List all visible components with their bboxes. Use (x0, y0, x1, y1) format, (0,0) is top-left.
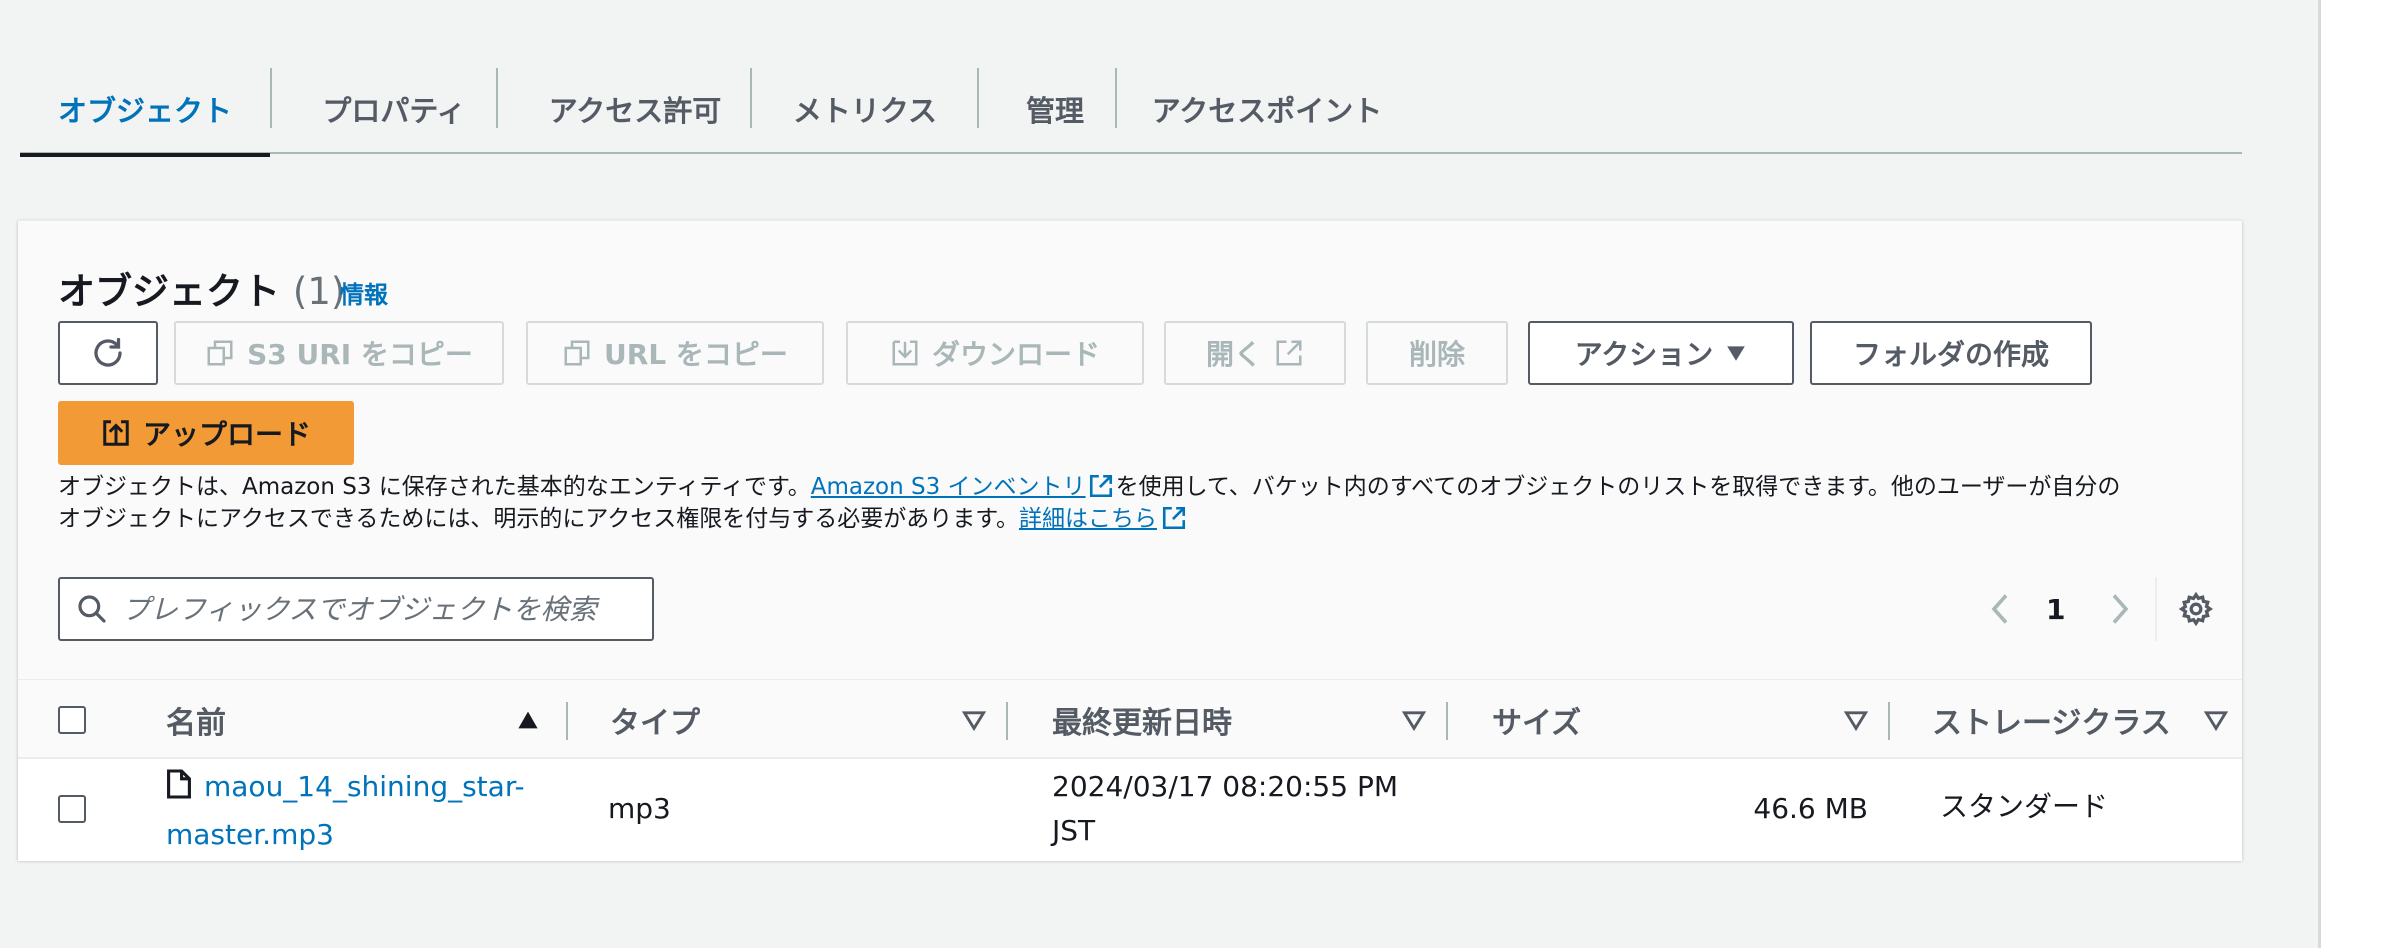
previous-page-button[interactable] (1986, 577, 2014, 641)
last-modified-cell: 2024/03/17 08:20:55 PM JST (1052, 765, 1398, 853)
tab-properties[interactable]: プロパティ (272, 64, 516, 154)
object-name-cell: maou_14_shining_star- master.mp3 (166, 765, 586, 857)
copy-url-button[interactable]: URL をコピー (526, 321, 824, 385)
actions-dropdown[interactable]: アクション (1528, 321, 1794, 385)
learn-more-link[interactable]: 詳細はこちら (1019, 506, 1157, 532)
page-number[interactable]: 1 (2046, 577, 2065, 641)
chevron-left-icon (1991, 594, 2008, 624)
sort-icon[interactable] (2204, 708, 2228, 732)
copy-url-label: URL をコピー (604, 338, 788, 371)
download-button[interactable]: ダウンロード (846, 321, 1144, 385)
inventory-link[interactable]: Amazon S3 インベントリ (811, 474, 1086, 500)
column-header-type[interactable]: タイプ (610, 680, 700, 760)
create-folder-button[interactable]: フォルダの作成 (1810, 321, 2092, 385)
column-divider (1888, 702, 1890, 740)
column-header-name[interactable]: 名前 (166, 680, 226, 760)
pagination-divider (2155, 577, 2157, 641)
tab-access-points[interactable]: アクセスポイント (1117, 64, 1417, 154)
copy-icon (564, 340, 590, 366)
chevron-right-icon (2112, 594, 2129, 624)
search-input[interactable] (122, 592, 642, 626)
upload-button[interactable]: アップロード (58, 401, 354, 465)
open-label: 開く (1205, 338, 1262, 371)
caret-down-icon (1727, 346, 1746, 361)
object-name-link-line1[interactable]: maou_14_shining_star- (204, 770, 525, 803)
external-link-icon (1276, 340, 1302, 366)
copy-s3-uri-label: S3 URI をコピー (247, 338, 473, 371)
size-cell: 46.6 MB (1753, 792, 1868, 825)
sort-icon[interactable] (1844, 708, 1868, 732)
description-part1: オブジェクトは、Amazon S3 に保存された基本的なエンティティです。 (58, 474, 811, 500)
select-all-checkbox[interactable] (58, 706, 86, 734)
object-count: (1) (292, 270, 346, 313)
tab-bar: オブジェクト プロパティ アクセス許可 メトリクス 管理 アクセスポイント (20, 64, 2242, 157)
delete-label: 削除 (1408, 338, 1465, 371)
column-header-storage-class[interactable]: ストレージクラス (1932, 680, 2171, 760)
search-icon (78, 595, 106, 623)
external-link-icon (1162, 506, 1186, 530)
upload-icon (103, 420, 129, 446)
copy-icon (207, 340, 233, 366)
tab-management[interactable]: 管理 (979, 64, 1131, 154)
sort-ascending-icon[interactable] (516, 708, 540, 732)
sort-icon[interactable] (1402, 708, 1426, 732)
column-header-last-modified[interactable]: 最終更新日時 (1052, 680, 1232, 760)
table-header: 名前 タイプ 最終更新日時 サイズ ストレージクラス (18, 679, 2242, 759)
sort-icon[interactable] (962, 708, 986, 732)
panel-title-text: オブジェクト (58, 270, 280, 313)
objects-panel: オブジェクト (1) 情報 S3 URI をコピー URL をコピー ダウンロー… (18, 220, 2242, 861)
table-row[interactable]: maou_14_shining_star- master.mp3 mp3 202… (18, 759, 2242, 861)
last-modified-datetime: 2024/03/17 08:20:55 PM (1052, 770, 1398, 803)
object-type-cell: mp3 (608, 792, 671, 825)
description-part2: を使用して、バケット内のすべてのオブジェクトのリストを取得できます。他のユーザー… (1115, 474, 2121, 500)
external-link-icon (1089, 474, 1112, 498)
preferences-button[interactable] (2178, 577, 2214, 641)
info-link[interactable]: 情報 (340, 275, 388, 310)
next-page-button[interactable] (2106, 577, 2134, 641)
refresh-button[interactable] (58, 321, 158, 385)
column-divider (1006, 702, 1008, 740)
page-number-label: 1 (2046, 592, 2066, 626)
tab-permissions[interactable]: アクセス許可 (498, 64, 772, 154)
actions-label: アクション (1574, 338, 1714, 371)
download-icon (892, 340, 918, 366)
tab-objects[interactable]: オブジェクト (20, 64, 270, 157)
download-label: ダウンロード (931, 338, 1100, 371)
last-modified-timezone: JST (1052, 814, 1096, 847)
file-icon (166, 768, 192, 813)
open-button[interactable]: 開く (1164, 321, 1346, 385)
copy-s3-uri-button[interactable]: S3 URI をコピー (174, 321, 504, 385)
row-checkbox[interactable] (58, 795, 86, 823)
tab-metrics[interactable]: メトリクス (752, 64, 978, 154)
object-name-link-line2[interactable]: master.mp3 (166, 818, 334, 851)
create-folder-label: フォルダの作成 (1852, 338, 2049, 371)
description-part3: オブジェクトにアクセスできるためには、明示的にアクセス権限を付与する必要がありま… (58, 506, 1019, 532)
column-header-size[interactable]: サイズ (1492, 680, 1581, 760)
column-divider (566, 702, 568, 740)
refresh-icon (94, 337, 122, 367)
right-edge-panel (2318, 0, 2394, 948)
objects-description: オブジェクトは、Amazon S3 に保存された基本的なエンティティです。Ama… (58, 471, 2218, 535)
column-divider (1446, 702, 1448, 740)
gear-icon (2178, 591, 2214, 627)
upload-label: アップロード (142, 418, 311, 451)
delete-button[interactable]: 削除 (1366, 321, 1508, 385)
panel-title: オブジェクト (1) (58, 261, 345, 315)
storage-class-cell: スタンダード (1940, 790, 2109, 823)
search-box[interactable] (58, 577, 654, 641)
